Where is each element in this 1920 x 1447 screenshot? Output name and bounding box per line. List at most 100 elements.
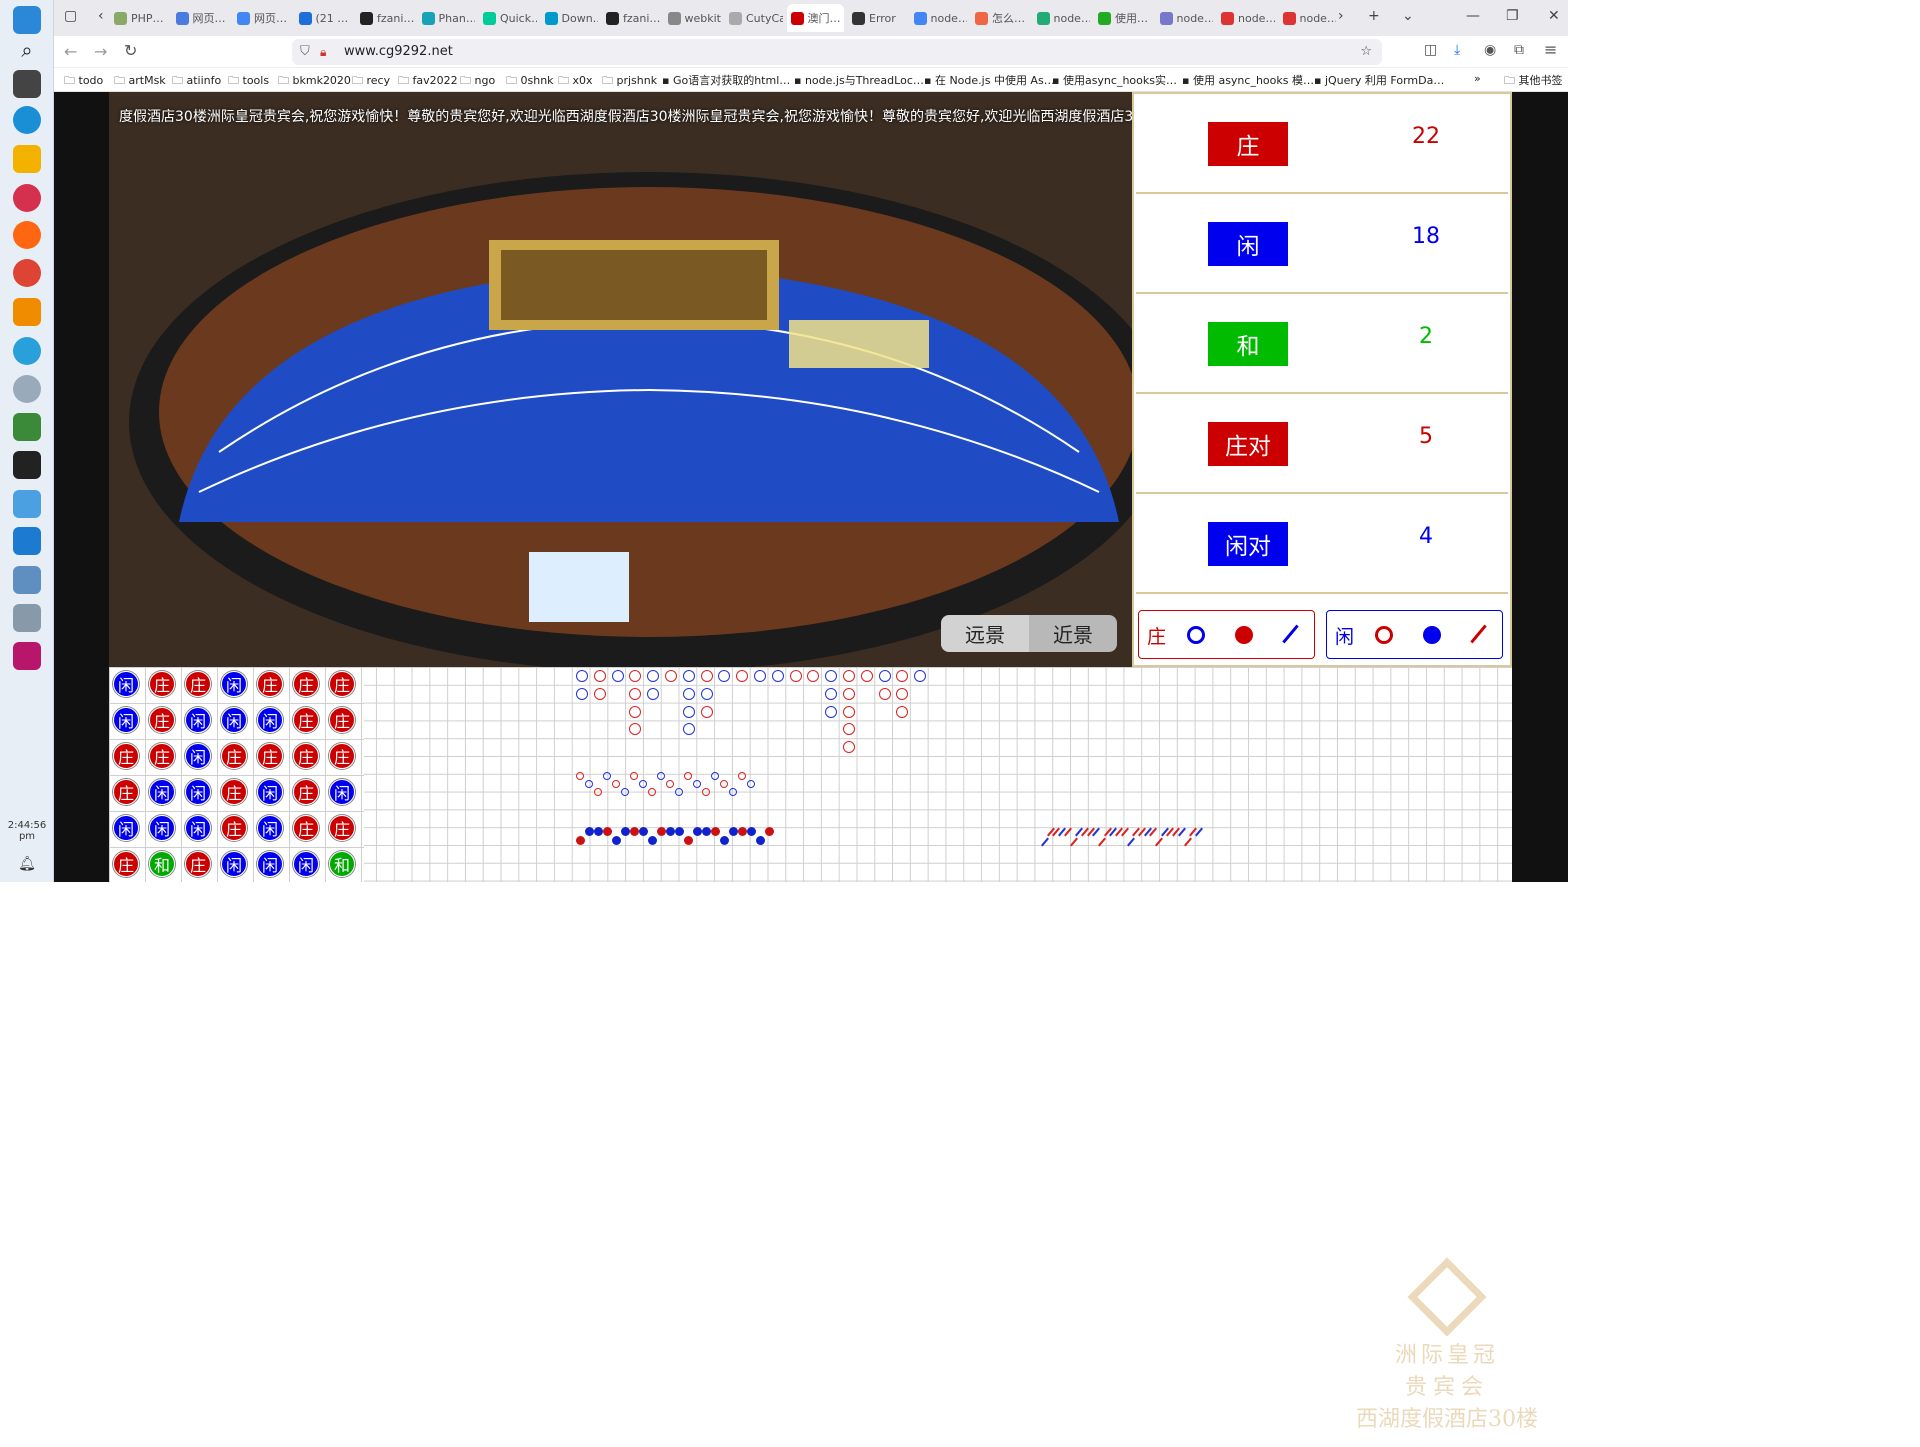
extensions-icon[interactable]: ⧉ — [1514, 42, 1524, 58]
tab-label: node… — [1053, 11, 1091, 25]
search-tool-icon[interactable] — [13, 298, 41, 326]
vscode-icon[interactable] — [13, 527, 41, 555]
browser-tab[interactable]: Phan… — [418, 4, 475, 32]
menu-icon[interactable]: ≡ — [1544, 40, 1557, 59]
bookmark-item[interactable]: 🗀︎ atiinfo — [172, 72, 221, 91]
download-icon[interactable]: ⤓ — [1454, 42, 1460, 58]
tab-dropdown-icon[interactable]: ⌄ — [1402, 8, 1414, 24]
bookmark-item[interactable]: ▪ 使用async_hooks实… — [1052, 72, 1177, 88]
minimize-icon[interactable]: — — [1466, 8, 1480, 24]
forward-icon[interactable]: → — [94, 42, 107, 61]
bookmark-item[interactable]: 🗀︎ 其他书签 — [1504, 72, 1563, 91]
bookmark-label: Go语言对获取的html… — [672, 74, 791, 87]
browser-tab[interactable]: 使用… — [1094, 4, 1152, 32]
browser-tab[interactable]: node… — [1156, 4, 1213, 32]
reader-icon[interactable] — [13, 604, 41, 632]
stat-label-button[interactable]: 庄 — [1208, 122, 1288, 166]
tab-strip: PHP… 网页… 网页… (21 … fzani… Phan… Quick… Down… fza… — [54, 0, 1568, 36]
browser-tab[interactable]: Down… — [541, 4, 598, 32]
bookmark-item[interactable]: 🗀︎ tools — [228, 72, 269, 91]
browser-tab[interactable]: node… — [1217, 4, 1275, 32]
browser-tab[interactable]: 网页… — [172, 4, 230, 32]
far-view-button[interactable]: 远景 — [941, 615, 1029, 652]
tab-list-icon[interactable]: ▢ — [64, 8, 77, 24]
sheets-icon[interactable] — [13, 413, 41, 441]
monitor-icon[interactable] — [13, 566, 41, 594]
tab-scroll-right-icon[interactable]: › — [1338, 8, 1344, 24]
vivaldi-icon[interactable] — [13, 184, 41, 212]
reload-icon[interactable]: ↻ — [124, 41, 137, 60]
terminal-icon[interactable] — [13, 451, 41, 479]
back-icon[interactable]: ← — [64, 42, 77, 61]
bookmark-item[interactable]: 🗀︎ prjshnk — [602, 72, 657, 91]
browser-tab[interactable]: PHP… — [110, 4, 168, 32]
browser-tab[interactable]: node… — [910, 4, 967, 32]
browser-tab[interactable]: 澳门… — [786, 4, 844, 32]
stat-label-button[interactable]: 闲 — [1208, 222, 1288, 266]
stat-label-button[interactable]: 和 — [1208, 322, 1288, 366]
browser-tab[interactable]: 怎么… — [971, 4, 1029, 32]
bookmark-item[interactable]: 🗀︎ ngo — [460, 72, 495, 91]
bookmark-item[interactable]: ▪ node.js与ThreadLoc… — [794, 72, 924, 88]
telegram-icon[interactable] — [13, 337, 41, 365]
bookmark-item[interactable]: 🗀︎ 0shnk — [506, 72, 554, 91]
browser-tab[interactable]: node… — [1033, 4, 1091, 32]
browser-tab[interactable]: (21 … — [295, 4, 353, 32]
widgets-icon[interactable] — [13, 70, 41, 98]
bookmark-item[interactable]: ▪ 使用 async_hooks 模… — [1182, 72, 1314, 88]
ask-player-box[interactable]: 闲 — [1326, 610, 1503, 659]
chrome-icon[interactable] — [13, 259, 41, 287]
bead-road-cell: 庄 — [185, 671, 211, 697]
start-icon[interactable] — [13, 6, 41, 34]
account-icon[interactable]: ◉ — [1484, 42, 1496, 58]
bookmark-item[interactable]: ▪ Go语言对获取的html… — [662, 72, 790, 88]
big-eye-road-mark — [603, 772, 611, 780]
bell-icon[interactable]: 🔔︎ — [13, 850, 41, 878]
bookmark-item[interactable]: 🗀︎ artMsk — [114, 72, 166, 91]
bookmarks-bar: 🗀︎ todo 🗀︎ artMsk 🗀︎ atiinfo 🗀︎ tools 🗀︎ bkm… — [54, 68, 1568, 92]
browser-tab[interactable]: Quick… — [479, 4, 537, 32]
bookmark-item[interactable]: 🗀︎ recy — [352, 72, 390, 91]
big-eye-road-mark — [612, 780, 620, 788]
big-road-mark — [682, 687, 695, 700]
bookmark-item[interactable]: 🗀︎ fav2022 — [398, 72, 458, 91]
browser-tab[interactable]: 网页… — [233, 4, 291, 32]
browser-tab[interactable]: fzani… — [356, 4, 414, 32]
lock-icon[interactable]: 🔒︎ — [320, 39, 326, 65]
browser-tab[interactable]: webkit2… — [664, 4, 721, 32]
close-window-icon[interactable]: ✕ — [1548, 8, 1560, 24]
browser-tab[interactable]: CutyCapt — [725, 4, 783, 32]
bead-road-cell: 庄 — [221, 743, 247, 769]
bookmark-item[interactable]: 🗀︎ bkmk2020 — [278, 72, 351, 91]
browser-tab[interactable]: node… — [1279, 4, 1336, 32]
more-bookmarks-icon[interactable]: » — [1474, 72, 1481, 85]
bookmark-item[interactable]: 🗀︎ x0x — [558, 72, 593, 91]
ask-banker-box[interactable]: 庄 — [1138, 610, 1315, 659]
search-icon[interactable]: ⌕ — [13, 36, 41, 64]
big-road-mark — [629, 705, 642, 718]
tab-favicon-icon — [1036, 11, 1050, 25]
edge-icon[interactable] — [13, 106, 41, 134]
address-bar[interactable]: ⛉ 🔒︎ www.cg9292.net ☆ — [292, 39, 1382, 65]
photos-icon[interactable] — [13, 490, 41, 518]
bookmark-item[interactable]: ▪ jQuery 利用 FormDa… — [1314, 72, 1444, 88]
tab-scroll-left-icon[interactable]: ‹ — [98, 8, 104, 24]
shield-icon[interactable]: ⛉ — [300, 39, 310, 65]
url-text[interactable]: www.cg9292.net — [344, 44, 453, 59]
bookmark-item[interactable]: 🗀︎ todo — [64, 72, 103, 91]
browser-tab[interactable]: fzani… — [602, 4, 660, 32]
stat-label-button[interactable]: 闲对 — [1208, 522, 1288, 566]
firefox-icon[interactable] — [13, 221, 41, 249]
stat-label-button[interactable]: 庄对 — [1208, 422, 1288, 466]
bookmark-star-icon[interactable]: ☆ — [1360, 39, 1372, 65]
browser-tab[interactable]: Error — [848, 4, 906, 32]
bookmark-item[interactable]: ▪ 在 Node.js 中使用 As… — [924, 72, 1055, 88]
bead-road-cell: 庄 — [329, 743, 355, 769]
new-tab-icon[interactable]: + — [1368, 8, 1380, 24]
restore-icon[interactable]: ❐ — [1506, 8, 1519, 24]
files-icon[interactable] — [13, 145, 41, 173]
phpstorm-icon[interactable] — [13, 642, 41, 670]
water-icon[interactable] — [13, 375, 41, 403]
pocket-icon[interactable]: ◫ — [1424, 42, 1437, 58]
near-view-button[interactable]: 近景 — [1029, 615, 1117, 652]
